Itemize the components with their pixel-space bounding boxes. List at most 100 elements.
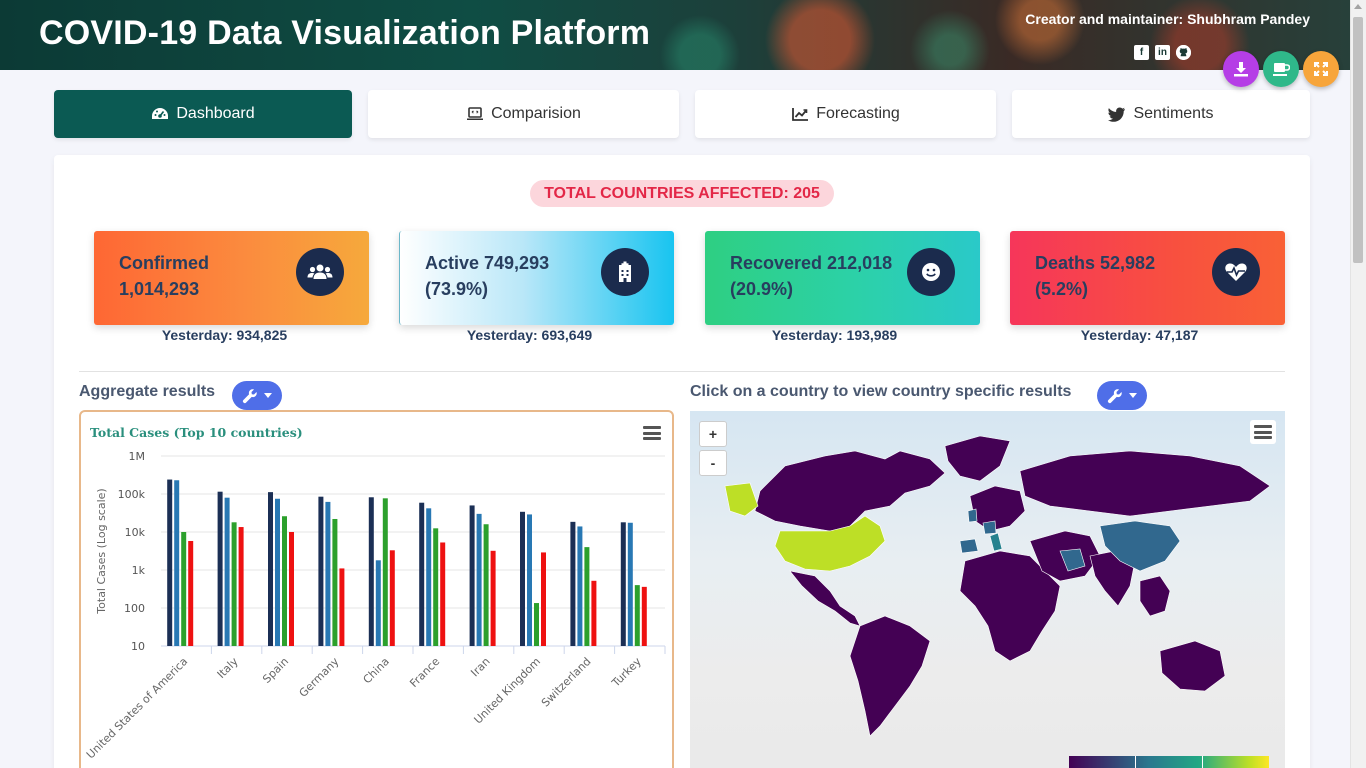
y-axis-label: Total Cases (Log scale) xyxy=(95,488,108,614)
x-tick-label: France xyxy=(407,655,442,690)
map-options-button[interactable] xyxy=(1097,381,1147,410)
tab-forecasting-label: Forecasting xyxy=(816,105,900,122)
world-map[interactable] xyxy=(690,411,1285,768)
world-map-svg xyxy=(724,435,1271,737)
stat-deaths-text: Deaths 52,982 (5.2%) xyxy=(1035,253,1156,299)
x-tick-label: Germany xyxy=(297,655,342,700)
gauge-icon xyxy=(152,108,169,119)
bar xyxy=(591,580,597,646)
map-country-south-america xyxy=(849,615,931,737)
bar xyxy=(188,540,194,646)
map-country-italy xyxy=(989,532,1003,552)
x-tick-label: China xyxy=(361,655,392,686)
stat-recovered-text: Recovered 212,018 (20.9%) xyxy=(730,253,893,299)
coffee-icon xyxy=(1273,63,1290,76)
bar xyxy=(426,508,432,646)
facebook-icon[interactable]: f xyxy=(1134,45,1149,60)
tab-dashboard[interactable]: Dashboard xyxy=(54,90,352,138)
bar xyxy=(231,522,237,646)
stat-card-confirmed: Confirmed 1,014,293 xyxy=(94,231,369,325)
countries-affected-badge: TOTAL COUNTRIES AFFECTED: 205 xyxy=(530,180,834,207)
bar xyxy=(483,524,489,646)
map-zoom-out-button[interactable]: - xyxy=(699,450,727,476)
users-icon xyxy=(296,248,344,296)
x-tick-label: Turkey xyxy=(609,655,645,691)
bar xyxy=(167,479,173,646)
map-title: Click on a country to view country speci… xyxy=(690,383,1072,400)
tab-forecasting[interactable]: Forecasting xyxy=(695,90,996,138)
coffee-button[interactable] xyxy=(1263,51,1299,87)
app-title: COVID-19 Data Visualization Platform xyxy=(39,14,651,52)
bar xyxy=(620,522,626,646)
linkedin-icon[interactable]: in xyxy=(1155,45,1170,60)
tab-dashboard-label: Dashboard xyxy=(176,105,255,122)
map-country-mexico xyxy=(789,570,861,627)
bar xyxy=(339,568,345,646)
stat-recovered-yesterday: Yesterday: 193,989 xyxy=(771,327,898,343)
stat-card-deaths: Deaths 52,982 (5.2%) xyxy=(1010,231,1285,325)
fullscreen-icon xyxy=(1314,62,1328,76)
bar xyxy=(534,603,539,646)
x-tick-label: United States of America xyxy=(84,655,190,761)
map-color-legend xyxy=(1069,756,1269,768)
x-tick-label: Iran xyxy=(468,655,492,679)
download-button[interactable] xyxy=(1223,51,1259,87)
map-country-russia xyxy=(1019,450,1271,517)
y-tick-label: 100 xyxy=(124,602,145,615)
scroll-thumb[interactable] xyxy=(1353,17,1363,263)
stat-card-recovered: Recovered 212,018 (20.9%) xyxy=(705,231,980,325)
aggregate-options-button[interactable] xyxy=(232,381,282,410)
download-icon xyxy=(1234,62,1248,77)
map-zoom-in-button[interactable]: + xyxy=(699,421,727,447)
bar xyxy=(627,522,633,646)
tab-sentiments[interactable]: Sentiments xyxy=(1012,90,1310,138)
stat-deaths-yesterday: Yesterday: 47,187 xyxy=(1080,327,1199,343)
stat-confirmed-text: Confirmed 1,014,293 xyxy=(119,253,209,299)
x-tick-label: Spain xyxy=(260,655,291,686)
stat-active-yesterday: Yesterday: 693,649 xyxy=(466,327,593,343)
map-country-uk xyxy=(967,508,978,523)
bar xyxy=(584,547,590,646)
fullscreen-button[interactable] xyxy=(1303,51,1339,87)
bar xyxy=(541,552,546,646)
y-tick-label: 10k xyxy=(125,526,146,539)
smile-icon xyxy=(907,248,955,296)
social-links: f in xyxy=(1134,45,1191,60)
laptop-icon xyxy=(467,107,484,120)
twitter-icon xyxy=(1108,107,1126,122)
map-country-germany xyxy=(982,520,997,535)
map-menu-button[interactable] xyxy=(1250,420,1276,444)
bar xyxy=(217,491,223,646)
stat-active-text: Active 749,293 (73.9%) xyxy=(425,253,550,299)
bar xyxy=(419,502,425,646)
page-scrollbar[interactable] xyxy=(1350,0,1366,768)
tab-comparision[interactable]: Comparision xyxy=(368,90,679,138)
bar xyxy=(368,497,374,646)
heartbeat-icon xyxy=(1212,248,1260,296)
chart-title: Total Cases (Top 10 countries) xyxy=(90,425,303,440)
bar xyxy=(181,532,187,646)
line-chart-icon xyxy=(792,108,809,121)
tab-comparision-label: Comparision xyxy=(491,105,581,122)
aggregate-results-title: Aggregate results xyxy=(79,383,216,400)
chart-menu-icon[interactable] xyxy=(643,426,661,440)
hospital-icon xyxy=(601,248,649,296)
bar xyxy=(325,501,331,646)
bar xyxy=(570,521,576,646)
bar xyxy=(318,496,324,646)
map-country-se-asia xyxy=(1139,575,1171,617)
bar xyxy=(268,492,273,646)
wrench-icon xyxy=(242,388,257,403)
map-menu-icon xyxy=(1254,425,1272,439)
bar xyxy=(332,518,338,646)
bar xyxy=(469,505,475,646)
scroll-up-icon[interactable] xyxy=(1354,4,1362,9)
bar xyxy=(433,528,439,646)
bar xyxy=(440,542,446,646)
bar xyxy=(641,586,647,646)
y-tick-label: 1M xyxy=(129,450,146,463)
github-icon[interactable] xyxy=(1176,45,1191,60)
chevron-down-icon xyxy=(264,393,272,398)
bar xyxy=(238,527,244,646)
bar-chart-svg: Total Cases (Top 10 countries) Total Case… xyxy=(84,425,666,761)
